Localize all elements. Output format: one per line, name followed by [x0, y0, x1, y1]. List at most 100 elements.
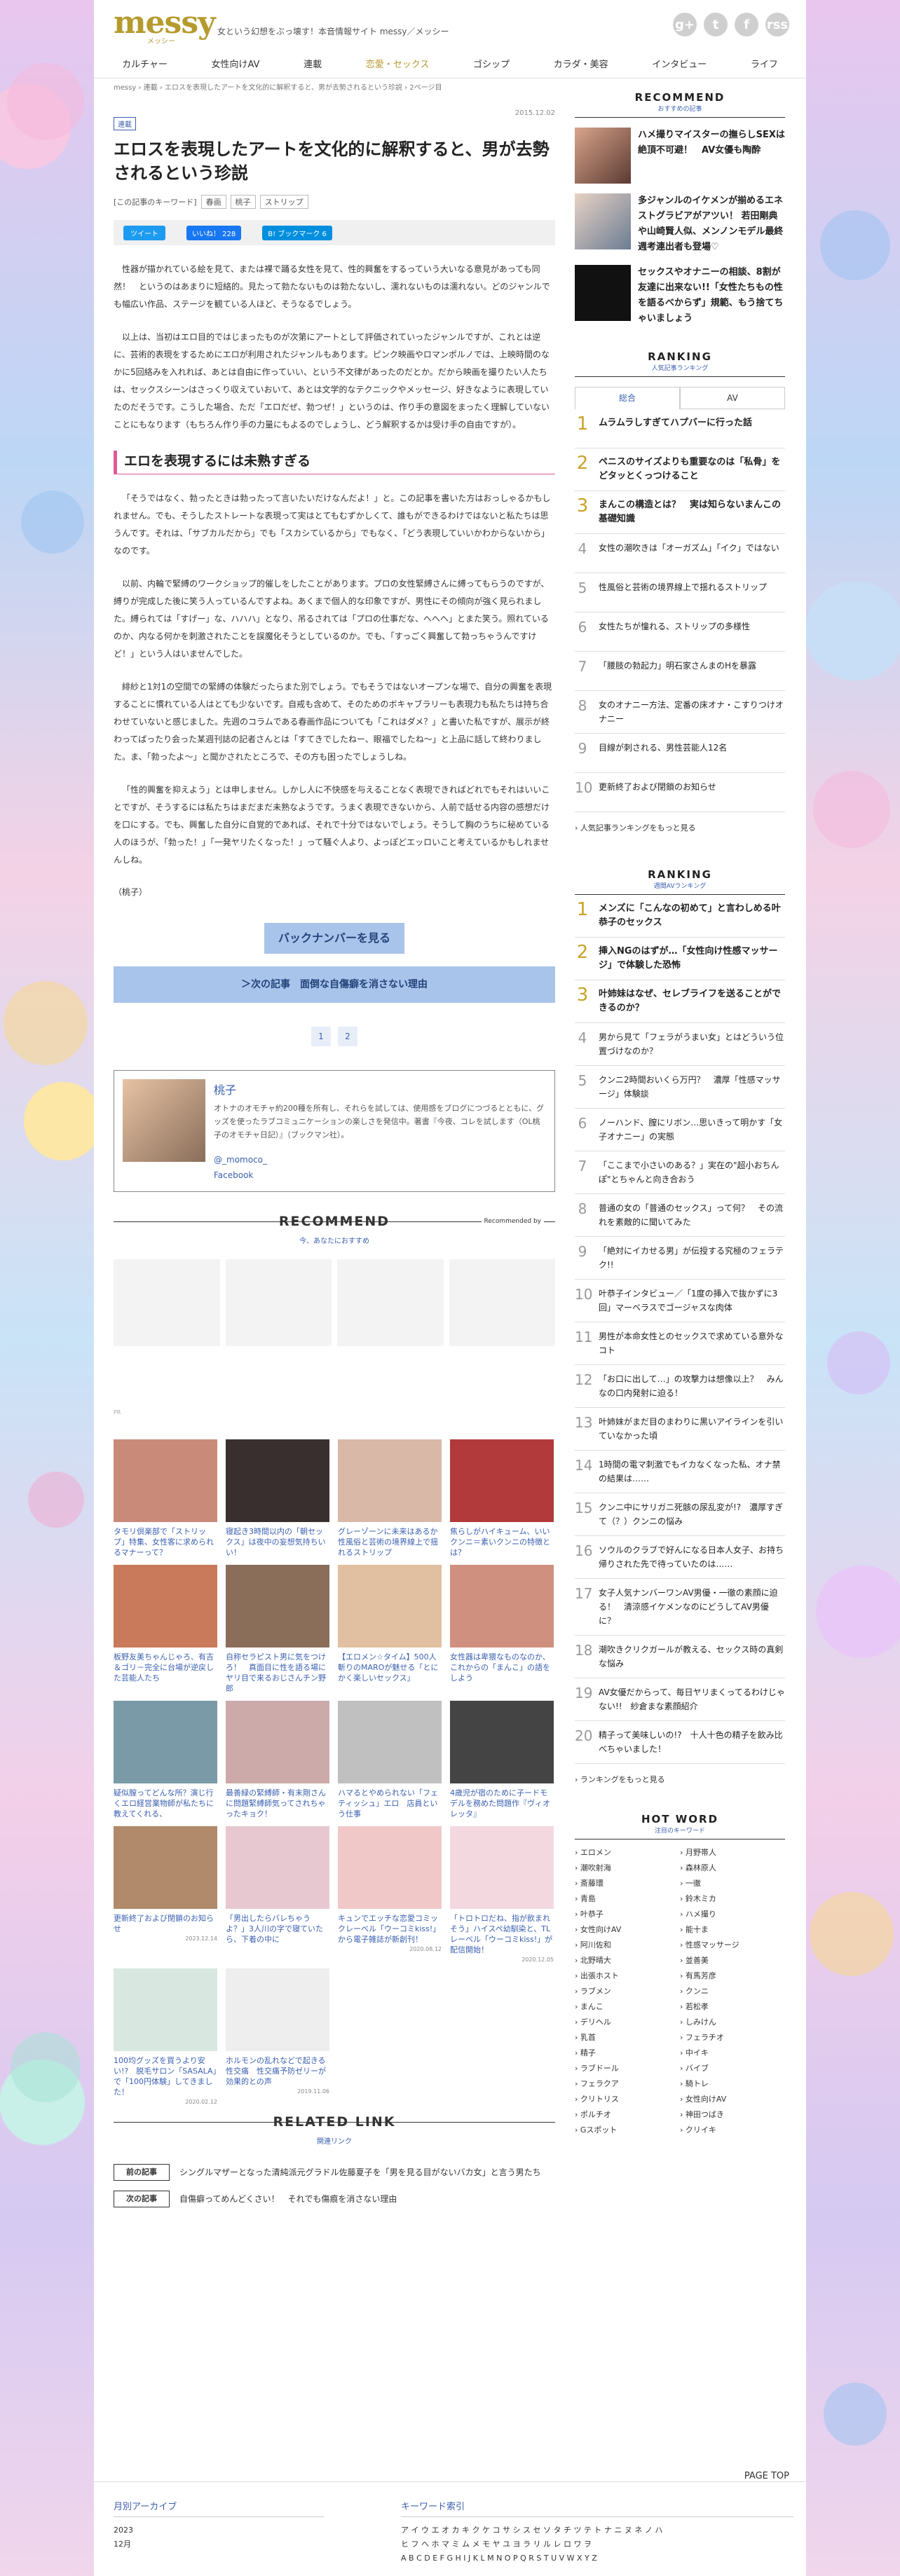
category-badge[interactable]: 連載 [114, 117, 136, 130]
ranking-item[interactable]: 5 クンニ2時間おいくら万円？ 濃厚「性感マッサージ」体験談 [575, 1066, 785, 1109]
hotword-link[interactable]: › 精子 [575, 2047, 680, 2060]
ranking-item[interactable]: 11 男性が本命女性とのセックスで求めている意外なコト [575, 1322, 785, 1365]
keyword-tag[interactable]: 桃子 [230, 195, 256, 209]
hotword-link[interactable]: › エロメン [575, 1847, 680, 1859]
hotword-link[interactable]: › 若松孝 [680, 2001, 785, 2013]
tweet-button[interactable]: ツイート [123, 225, 165, 240]
hotword-link[interactable]: › デリヘル [575, 2016, 680, 2029]
hotword-link[interactable]: › 乳首 [575, 2032, 680, 2044]
ranking-item[interactable]: 15 クンニ中にサリガニ死骸の尿乱変が!? 濃厚すぎて（？）クンニの悩み [575, 1493, 785, 1536]
ranking-item[interactable]: 16 ソウルのクラブで好んになる日本人女子、お持ち帰りされた先で待っていたのは…… [575, 1536, 785, 1579]
ranking-item[interactable]: 4 女性の潮吹きは「オーガズム」「イク」ではない [575, 534, 785, 573]
keyword-index-row[interactable]: ア イ ウ エ オ カ キ ク ケ コ サ シ ス セ ソ タ チ ツ テ ト … [401, 2524, 793, 2537]
hotword-link[interactable]: › 森林原人 [680, 1862, 785, 1875]
recommend-card[interactable]: タモリ倶楽部で「ストリップ」特集、女性客に求められるマナーって？ [114, 1439, 217, 1559]
sidebar-rec-item[interactable]: 多ジャンルのイケメンが揃めるエネストグラビアがアツい！ 若田剛典や山崎賢人似、メ… [575, 193, 785, 255]
ranking-item[interactable]: 2 挿入NGのはずが…「女性向け性感マッサージ」で体験した恐怖 [575, 938, 785, 980]
recommend-card[interactable]: 自称セラピスト男に気をつけろ！ 真面目に性を語る場にヤリ目で来るおじさんチン野郎 [226, 1565, 329, 1695]
ranking-item[interactable]: 8 普通の女の「普通のセックス」って何？ その流れを素敵的に聞いてみた [575, 1194, 785, 1237]
nav-item-life[interactable]: ライフ [751, 52, 778, 78]
ranking-item[interactable]: 6 女性たちが憧れる、ストリップの多様性 [575, 612, 785, 652]
ranking-item[interactable]: 1 メンズに「こんなの初めて」と言わしめる叶恭子のセックス [575, 895, 785, 938]
ad-slot[interactable] [225, 1259, 332, 1346]
ranking-item[interactable]: 4 男から見て「フェラがうまい女」とはどういう位置づけなのか？ [575, 1023, 785, 1066]
hotword-link[interactable]: › 月野帯人 [680, 1847, 785, 1859]
related-next[interactable]: 次の記事 自傷癖ってめんどくさい！ それでも傷痕を消さない理由 [114, 2191, 555, 2207]
keyword-tag[interactable]: ストリップ [259, 195, 308, 209]
hotword-link[interactable]: › 鈴木ミカ [680, 1893, 785, 1905]
archive-month[interactable]: 12月 [114, 2538, 324, 2551]
nav-item-body[interactable]: カラダ・美容 [554, 52, 608, 78]
recommend-card[interactable]: 【エロメン☆タイム】500人斬りのMAROが魅せる「とにかく楽しいセックス」 [338, 1565, 442, 1695]
hotword-link[interactable]: › 神田つばき [680, 2109, 785, 2121]
hotword-link[interactable]: › 潮吹射海 [575, 1862, 680, 1875]
site-logo[interactable]: messy メッシー [114, 7, 216, 48]
recommend-card[interactable]: 100均グッズを買うより安い!? 脱毛サロン「SASALA」で「100円体験」し… [114, 1968, 217, 2105]
hotword-link[interactable]: › クリトリス [575, 2093, 680, 2106]
ranking-item[interactable]: 19 AV女優だからって、毎日ヤリまくってるわけじゃない!! 紗倉まな素顔紹介 [575, 1678, 785, 1721]
related-link-text[interactable]: 自傷癖ってめんどくさい！ それでも傷痕を消さない理由 [179, 2193, 397, 2205]
recommend-card[interactable]: 焦らしがハイキューム、いいクンニ＝素いクンニの特徴とは？ [450, 1439, 554, 1559]
ranking-item[interactable]: 5 性風俗と芸術の境界線上で揺れるストリップ [575, 573, 785, 612]
hotword-link[interactable]: › クンニ [680, 1985, 785, 1998]
hotword-link[interactable]: › 青島 [575, 1893, 680, 1905]
hotword-link[interactable]: › 騎トレ [680, 2078, 785, 2090]
recommend-card[interactable]: 疑似膣ってどんな所？演じ行くエロ経営業物師が私たちに教えてくれる、 [114, 1701, 217, 1821]
hatena-bookmark-button[interactable]: B! ブックマーク 6 [262, 225, 332, 240]
hotword-link[interactable]: › フェラクア [575, 2078, 680, 2090]
sidebar-rec-item[interactable]: ハメ撮りマイスターの撫らしSEXは絶頂不可避！ AV女優も陶酔 [575, 128, 785, 184]
nav-item-av[interactable]: 女性向けAV [212, 52, 260, 78]
page-link[interactable]: 2 [338, 1027, 357, 1046]
rss-icon[interactable]: rss [765, 13, 789, 36]
ranking-more-link[interactable]: › 人気記事ランキングをもっと見る [575, 822, 785, 833]
ranking-item[interactable]: 13 叶姉妹がまだ目のまわりに黒いアイラインを引いていなかった頃 [575, 1408, 785, 1451]
recommend-card[interactable]: 4歳児が宿のために子ードモデルを務めた問題作『ヴィオレッタ』 [450, 1701, 554, 1821]
ranking-item[interactable]: 7 「腰肢の勃起力」明石家さんまのHを暴露 [575, 652, 785, 691]
keyword-index-row[interactable]: A B C D E F G H I J K L M N O P Q R S T … [401, 2552, 793, 2565]
ranking-item[interactable]: 1 ムラムラしすぎてハプバーに行った話 [575, 409, 785, 448]
author-facebook-link[interactable]: Facebook [214, 1170, 253, 1180]
ranking-item[interactable]: 3 まんこの構造とは？ 実は知らないまんこの基礎知識 [575, 491, 785, 534]
archive-year[interactable]: 2023 [114, 2524, 324, 2537]
page-top-link[interactable]: PAGE TOP [744, 2471, 789, 2481]
hotword-link[interactable]: › しみけん [680, 2016, 785, 2029]
back-number-button[interactable]: バックナンバーを見る [264, 923, 404, 954]
hotword-link[interactable]: › 中イキ [680, 2047, 785, 2060]
hotword-link[interactable]: › 出張ホスト [575, 1970, 680, 1982]
author-name[interactable]: 桃子 [214, 1081, 236, 1097]
keyword-tag[interactable]: 春画 [200, 195, 226, 209]
hotword-link[interactable]: › 並善美 [680, 1954, 785, 1967]
recommend-card[interactable]: ホルモンの乱れなどで起きる性交痛 性交痛予防ゼリーが効果的との声 2019.11.… [226, 1968, 329, 2105]
ranking-item[interactable]: 12 「お口に出して…」の攻撃力は想像以上？ みんなの口内発射に迫る！ [575, 1365, 785, 1408]
nav-item-interview[interactable]: インタビュー [652, 52, 707, 78]
author-twitter-link[interactable]: @_momoco_ [214, 1155, 267, 1165]
ranking-item[interactable]: 9 「絶対にイカせる男」が伝授する究極のフェラテク!! [575, 1237, 785, 1280]
recommend-card[interactable]: 「トロトロだね、指が飲まれそう」ハイスペ幼馴染と、TLレーベル「ウーコミkiss… [450, 1826, 554, 1963]
page-link[interactable]: 1 [311, 1027, 331, 1046]
recommend-card[interactable]: キュンでエッチな恋愛コミックレーベル「ウーコミkiss!」から電子雑誌が新創刊！… [338, 1826, 442, 1963]
hotword-link[interactable]: › バイブ [680, 2062, 785, 2075]
ad-slot[interactable] [114, 1259, 220, 1346]
hotword-link[interactable]: › 一徹 [680, 1877, 785, 1890]
hotword-link[interactable]: › 女性向けAV [575, 1924, 680, 1936]
hotword-link[interactable]: › ラブドール [575, 2062, 680, 2075]
breadcrumb[interactable]: messy › 連載 › エロスを表現したアートを文化的に解釈すると、男が去勢さ… [114, 81, 555, 92]
hotword-link[interactable]: › 阿川佐和 [575, 1939, 680, 1952]
hotword-link[interactable]: › 叶恭子 [575, 1908, 680, 1921]
sidebar-rec-item[interactable]: セックスやオナニーの相談、8割が友達に出来ない!!「女性たちもの性を語るべからず… [575, 265, 785, 327]
hotword-link[interactable]: › 能十ま [680, 1924, 785, 1936]
related-link-text[interactable]: シングルマザーとなった清純派元グラドル佐藤夏子を「男を見る目がないバカ女」と言う… [179, 2166, 541, 2179]
recommend-card[interactable]: 女性器は卑猥なものなのか、これからの「まんこ」の語をしよう [450, 1565, 554, 1695]
hotword-link[interactable]: › ポルチオ [575, 2109, 680, 2121]
ranking-item[interactable]: 8 女のオナニー方法、定番の床オナ・こすりつけオナニー [575, 691, 785, 734]
nav-item-serial[interactable]: 連載 [304, 52, 322, 78]
ranking-item[interactable]: 10 叶恭子インタビュー／「1度の挿入で抜かずに3回」マーベラスでゴージャスな肉体 [575, 1280, 785, 1322]
hotword-link[interactable]: › 性感マッサージ [680, 1939, 785, 1952]
ranking-item[interactable]: 3 叶姉妹はなぜ、セレブライフを送ることができるのか？ [575, 980, 785, 1023]
hotword-link[interactable]: › クリイキ [680, 2124, 785, 2137]
recommend-card[interactable]: 更新終了および閉鎖のお知らせ 2023.12.14 [114, 1826, 217, 1963]
hotword-link[interactable]: › フェラチオ [680, 2032, 785, 2044]
hotword-link[interactable]: › 有馬芳彦 [680, 1970, 785, 1982]
facebook-like-button[interactable]: いいね！ 228 [186, 225, 242, 240]
hotword-link[interactable]: › ハメ撮り [680, 1908, 785, 1921]
